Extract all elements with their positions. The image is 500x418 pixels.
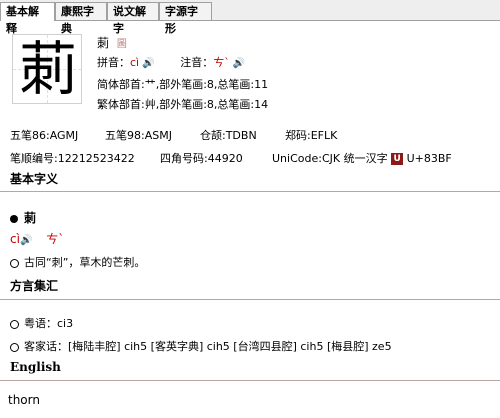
bullet-icon — [10, 214, 18, 223]
entry-line: 莿 — [10, 209, 36, 226]
tab-kangxi[interactable]: 康熙字典 — [55, 2, 107, 35]
character-box: 莿 — [12, 34, 82, 104]
small-character-line: 莿 圖 — [97, 34, 127, 51]
speaker-icon[interactable]: 🔊 — [230, 58, 245, 69]
cangjie-code: 仓颉:TDBN — [200, 129, 257, 142]
unicode-line: UniCode:CJK 统一汉字 U U+83BF — [272, 152, 452, 165]
wubi86-code: 五笔86:AGMJ — [10, 129, 79, 142]
four-corner-code: 四角号码:44920 — [160, 152, 243, 165]
stroke-order: 笔顺编号:12212523422 — [10, 152, 135, 165]
entry-pronunciation: cì🔊 ㄘˋ — [10, 232, 65, 246]
traditional-radical: 繁体部首:艸,部外笔画:8,总笔画:14 — [97, 98, 269, 111]
small-character: 莿 — [97, 36, 110, 50]
wubi98-code: 五笔98:ASMJ — [105, 129, 172, 142]
hakka-line: 客家话：[梅陆丰腔] cih5 [客英字典] cih5 [台湾四县腔] cih5… — [10, 338, 392, 354]
pinyin: cì — [130, 56, 140, 69]
pronunciation-line: 拼音：cì 🔊 注音：ㄘˋ 🔊 — [97, 56, 246, 69]
dialect-heading: 方言集汇 — [10, 279, 59, 293]
basic-meaning-heading: 基本字义 — [10, 172, 59, 186]
zhengma-code: 郑码:EFLK — [285, 129, 338, 142]
unicode-icon[interactable]: U — [391, 153, 404, 165]
tab-ziyuan[interactable]: 字源字形 — [159, 2, 212, 35]
circle-bullet-icon — [10, 258, 19, 268]
tab-basic[interactable]: 基本解释 — [0, 2, 55, 35]
english-heading: English — [10, 360, 61, 374]
speaker-icon[interactable]: 🔊 — [139, 58, 154, 69]
entry-character: 莿 — [24, 211, 37, 225]
image-icon[interactable]: 圖 — [117, 39, 127, 50]
definition-line: 古同“刺”，草木的芒刺。 — [10, 254, 145, 270]
big-character: 莿 — [18, 35, 77, 103]
cantonese-line: 粤语：ci3 — [10, 315, 73, 331]
tab-shuowen[interactable]: 说文解字 — [107, 2, 159, 35]
circle-bullet-icon — [10, 319, 19, 329]
simplified-radical: 简体部首:艹,部外笔画:8,总笔画:11 — [97, 78, 269, 91]
tab-bar: 基本解释 康熙字典 说文解字 字源字形 — [0, 0, 500, 35]
circle-bullet-icon — [10, 342, 19, 352]
zhuyin: ㄘˋ — [213, 56, 230, 69]
english-definition: thorn — [8, 393, 40, 407]
speaker-icon[interactable]: 🔊 — [20, 235, 32, 246]
definition: 古同“刺”，草木的芒刺。 — [24, 256, 146, 269]
